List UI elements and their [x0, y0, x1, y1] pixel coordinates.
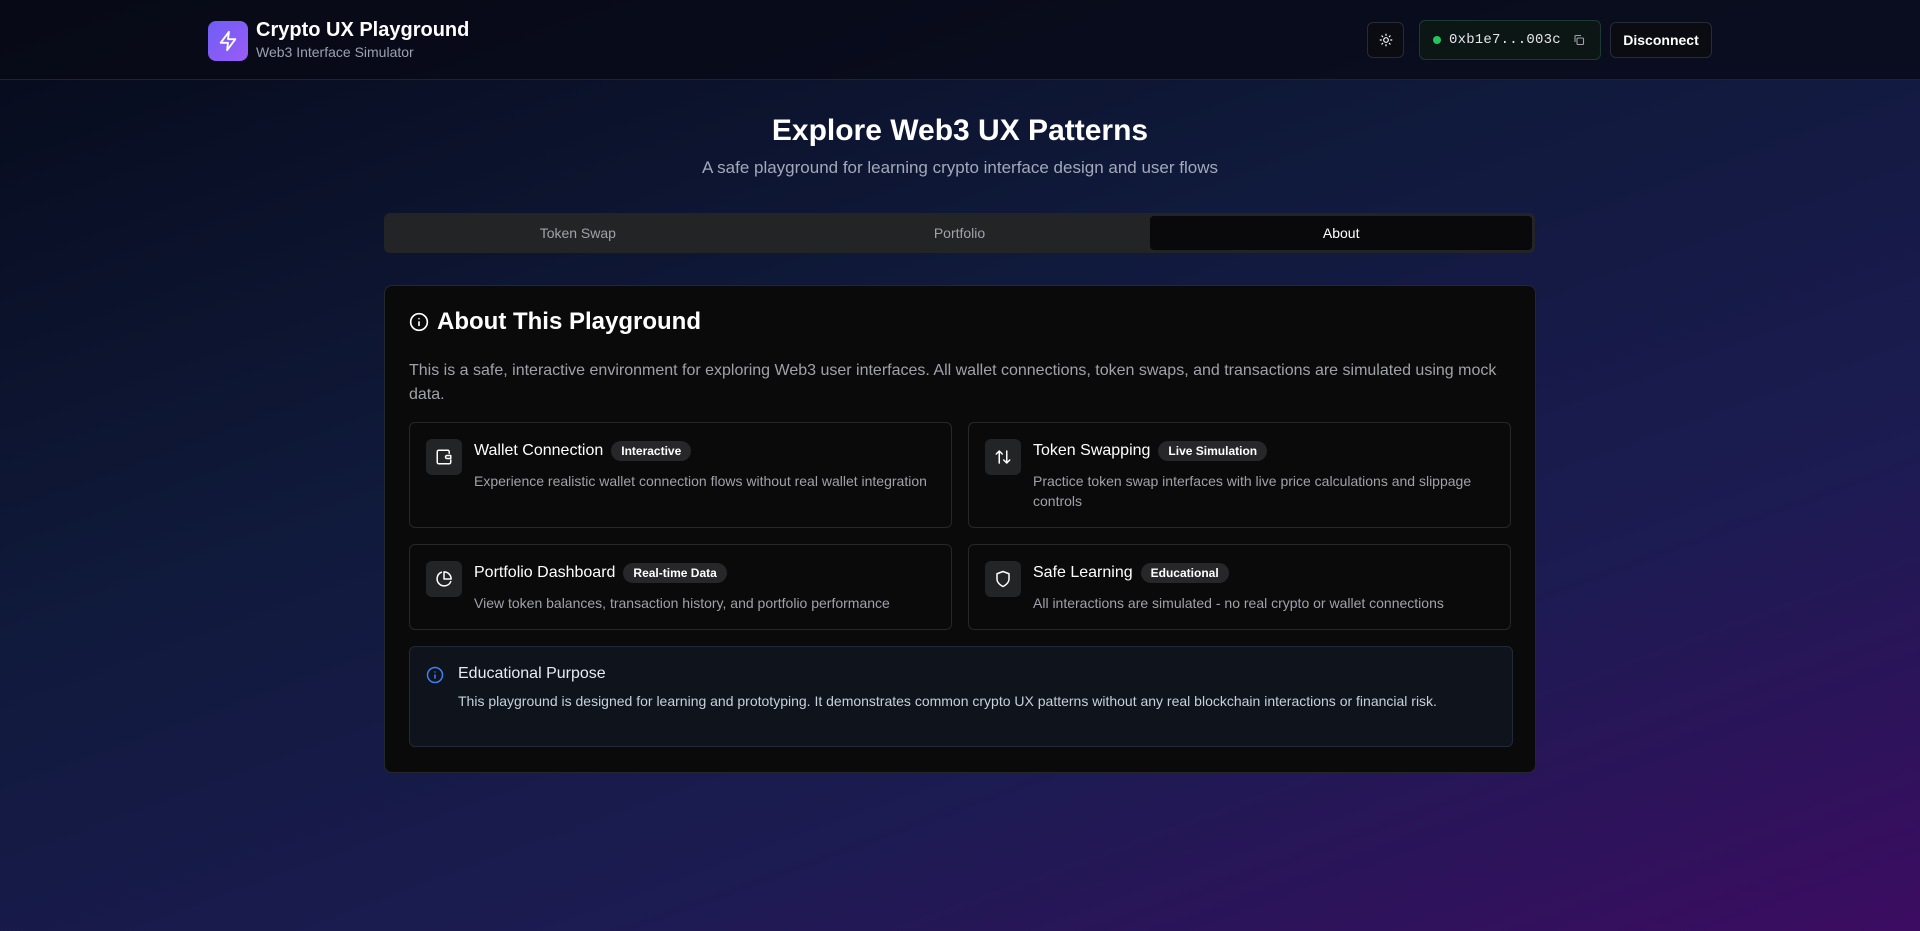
feature-title: Wallet Connection [474, 442, 604, 459]
feature-portfolio-dashboard: Portfolio Dashboard Real-time Data View … [409, 544, 952, 630]
notice-description: This playground is designed for learning… [458, 693, 1437, 709]
app-title: Crypto UX Playground [256, 19, 470, 41]
feature-badge: Real-time Data [623, 563, 727, 583]
wallet-address: 0xb1e7...003c [1449, 32, 1561, 48]
feature-title: Portfolio Dashboard [474, 564, 616, 581]
tab-token-swap[interactable]: Token Swap [387, 216, 769, 250]
info-icon [426, 666, 444, 684]
tab-portfolio[interactable]: Portfolio [769, 216, 1151, 250]
swap-arrows-icon [985, 439, 1021, 475]
feature-badge: Interactive [611, 441, 692, 461]
page-title: Explore Web3 UX Patterns [771, 114, 1149, 147]
feature-description: Experience realistic wallet connection f… [474, 473, 927, 489]
top-header: Crypto UX Playground Web3 Interface Simu… [0, 0, 1920, 80]
feature-badge: Educational [1140, 563, 1229, 583]
feature-description: All interactions are simulated - no real… [1033, 595, 1444, 611]
feature-title: Token Swapping [1033, 442, 1151, 459]
page-subtitle: A safe playground for learning crypto in… [702, 158, 1218, 177]
feature-token-swapping: Token Swapping Live Simulation Practice … [968, 422, 1511, 528]
copy-icon[interactable] [1573, 34, 1585, 46]
feature-description: Practice token swap interfaces with live… [1033, 473, 1472, 509]
about-card: About This Playground This is a safe, in… [384, 285, 1536, 773]
info-icon [409, 312, 429, 332]
connection-status-dot [1433, 36, 1441, 44]
feature-title: Safe Learning [1033, 564, 1133, 581]
about-description: This is a safe, interactive environment … [409, 362, 1497, 403]
sun-icon [1379, 33, 1392, 47]
pie-chart-icon [426, 561, 462, 597]
feature-badge: Live Simulation [1158, 441, 1268, 461]
notice-title: Educational Purpose [458, 665, 606, 682]
feature-wallet-connection: Wallet Connection Interactive Experience… [409, 422, 952, 528]
educational-notice: Educational Purpose This playground is d… [409, 646, 1513, 747]
lightning-bolt-icon [208, 20, 248, 61]
disconnect-button[interactable]: Disconnect [1610, 22, 1712, 58]
tab-about[interactable]: About [1150, 216, 1533, 250]
wallet-address-pill: 0xb1e7...003c [1419, 20, 1601, 60]
about-heading: About This Playground [409, 308, 701, 336]
about-title: About This Playground [437, 308, 701, 335]
feature-safe-learning: Safe Learning Educational All interactio… [968, 544, 1511, 630]
tab-list: Token Swap Portfolio About [384, 213, 1535, 253]
shield-icon [985, 561, 1021, 597]
wallet-icon [426, 439, 462, 475]
app-subtitle: Web3 Interface Simulator [256, 44, 414, 60]
theme-toggle-button[interactable] [1367, 22, 1404, 58]
brand: Crypto UX Playground Web3 Interface Simu… [208, 19, 469, 62]
feature-description: View token balances, transaction history… [474, 595, 890, 611]
